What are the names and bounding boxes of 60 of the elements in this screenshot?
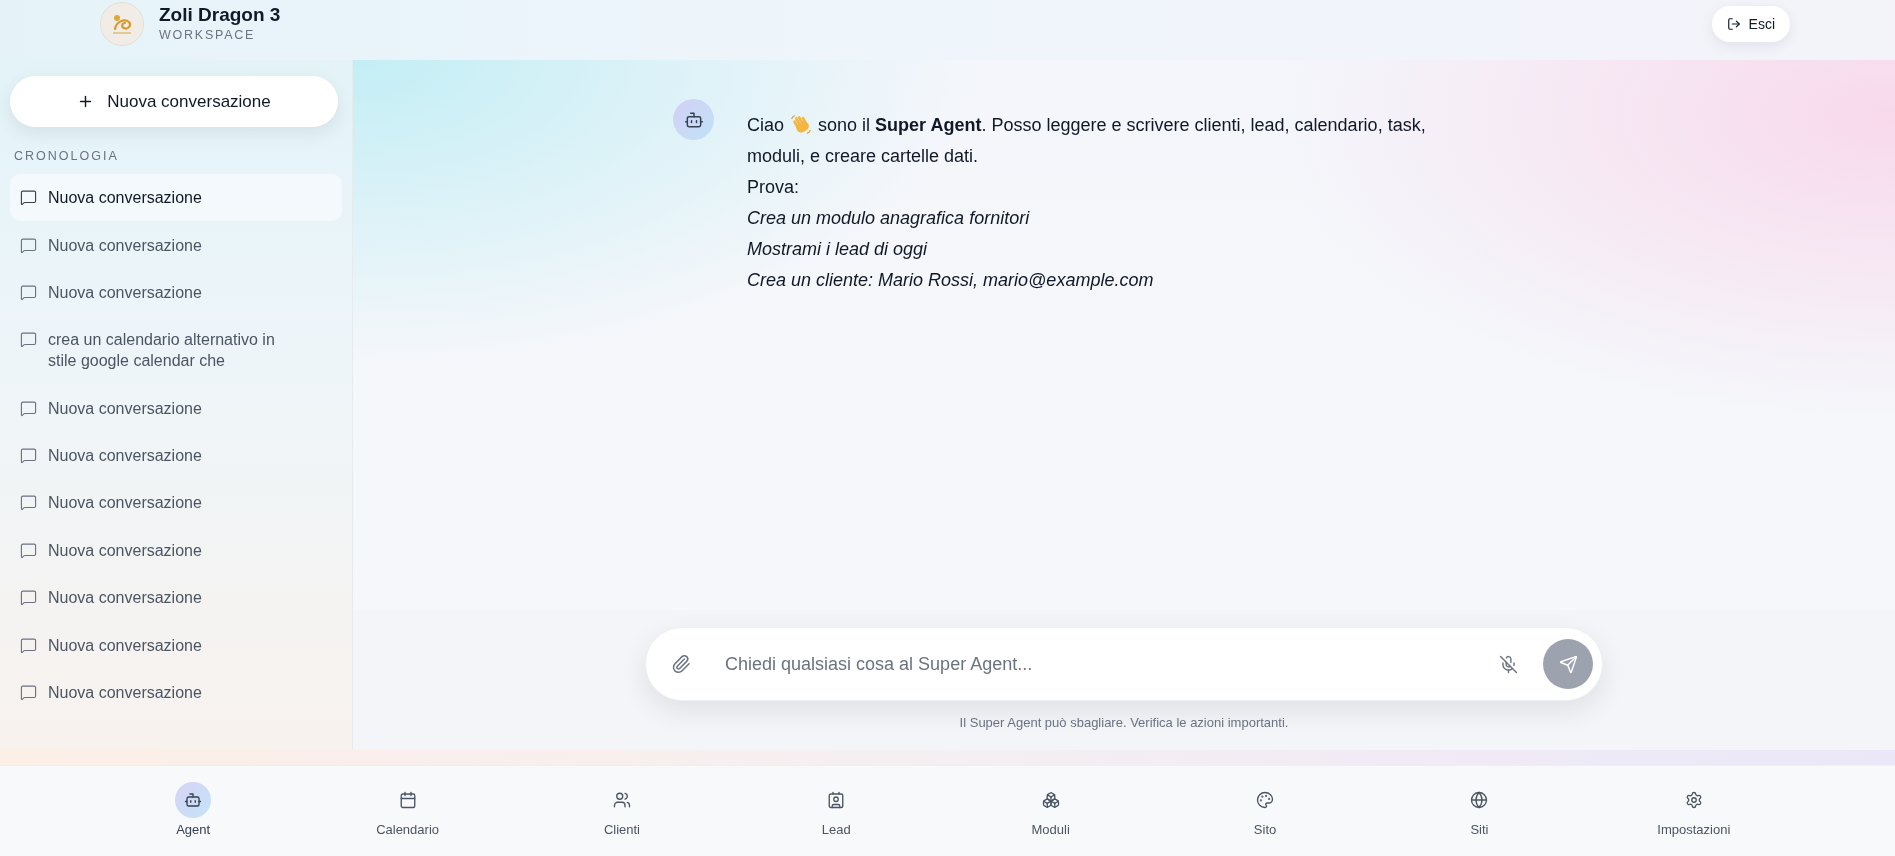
settings-icon [1684, 791, 1703, 809]
chat-bubble-icon [20, 331, 37, 349]
new-conversation-button[interactable]: Nuova conversazione [10, 76, 338, 127]
nav-tab[interactable]: Sito [1157, 766, 1373, 856]
attach-button[interactable] [670, 653, 692, 675]
composer-bar[interactable]: Chiedi qualsiasi cosa al Super Agent... [645, 627, 1603, 701]
nav-tab[interactable]: Siti [1372, 766, 1587, 856]
sidebar-item[interactable]: Nuova conversazione [10, 574, 342, 622]
robot-avatar-icon [673, 99, 714, 140]
nav-tab[interactable]: Clienti [514, 766, 730, 856]
mic-off-button[interactable] [1497, 653, 1519, 675]
sidebar-item[interactable]: Nuova conversazione [10, 221, 342, 269]
chat-bubble-icon [20, 636, 37, 654]
workspace-title: Zoli Dragon 3 [159, 3, 281, 27]
waving-hand-icon [790, 113, 813, 135]
chat-bubble-icon [20, 494, 37, 512]
sidebar-item[interactable]: Nuova conversazione [10, 526, 342, 574]
chat-bubble-icon [20, 236, 37, 254]
calendar-icon [398, 791, 417, 809]
palette-icon [1256, 791, 1275, 809]
robot-icon [175, 782, 212, 818]
microphone-muted-icon [1498, 654, 1518, 674]
people-icon [612, 791, 631, 809]
sidebar-item[interactable]: Nuova conversazione [10, 479, 342, 527]
chat-bubble-icon [20, 589, 37, 607]
example-prompt: Crea un modulo anagrafica fornitori [747, 207, 1031, 230]
chat-bubble-icon [20, 283, 37, 301]
paperclip-icon [671, 654, 691, 674]
sidebar-item[interactable]: Nuova conversazione [10, 668, 342, 717]
globe-icon [1470, 791, 1489, 809]
sidebar-item[interactable]: Nuova conversazione [10, 268, 342, 317]
chat-bubble-icon [20, 447, 37, 465]
prompt-label: Prova: [747, 176, 801, 199]
chat-bubble-icon [20, 541, 37, 559]
logo-icon [100, 2, 144, 46]
nav-tab[interactable]: Lead [729, 766, 944, 856]
nav-tab[interactable]: Moduli [943, 766, 1158, 856]
chat-bubble-icon [20, 189, 37, 207]
boxes-icon [1041, 791, 1060, 809]
nav-tab[interactable]: Agent [86, 766, 301, 856]
nav-tab[interactable]: Impostazioni [1586, 766, 1801, 856]
sidebar-item[interactable]: Nuova conversazione [10, 174, 342, 222]
section-label: CRONOLOGIA [14, 149, 119, 163]
example-prompt: Mostrami i lead di oggi [747, 238, 929, 261]
example-prompt: Crea un cliente: Mario Rossi, mario@example.com [747, 269, 1155, 292]
chat-bubble-icon [20, 683, 37, 701]
message-text: Ciao sono il Super Agent. Posso leggere e scrivere clienti, lead, calendario, task, moduli, e creare cartelle dati. [747, 112, 1427, 168]
nav-tab[interactable]: Calendario [300, 766, 515, 856]
logout-icon [1726, 17, 1741, 31]
sidebar-item[interactable]: Nuova conversazione [10, 621, 342, 669]
sidebar-item[interactable]: crea un calendario alternativo in stile google calendar che [10, 316, 342, 385]
sidebar-item[interactable]: Nuova conversazione [10, 384, 342, 432]
message-input-field[interactable]: Chiedi qualsiasi cosa al Super Agent... [725, 644, 1497, 684]
chat-bubble-icon [20, 399, 37, 417]
paper-plane-icon [1558, 654, 1578, 674]
workspace-subtitle: WORKSPACE [159, 27, 257, 43]
logout-button[interactable]: Esci [1711, 6, 1790, 42]
contact-card-icon [827, 791, 846, 809]
disclaimer-text: Il Super Agent può sbagliare. Verifica le azioni importanti. [959, 714, 1289, 731]
sidebar-item[interactable]: Nuova conversazione [10, 431, 342, 480]
